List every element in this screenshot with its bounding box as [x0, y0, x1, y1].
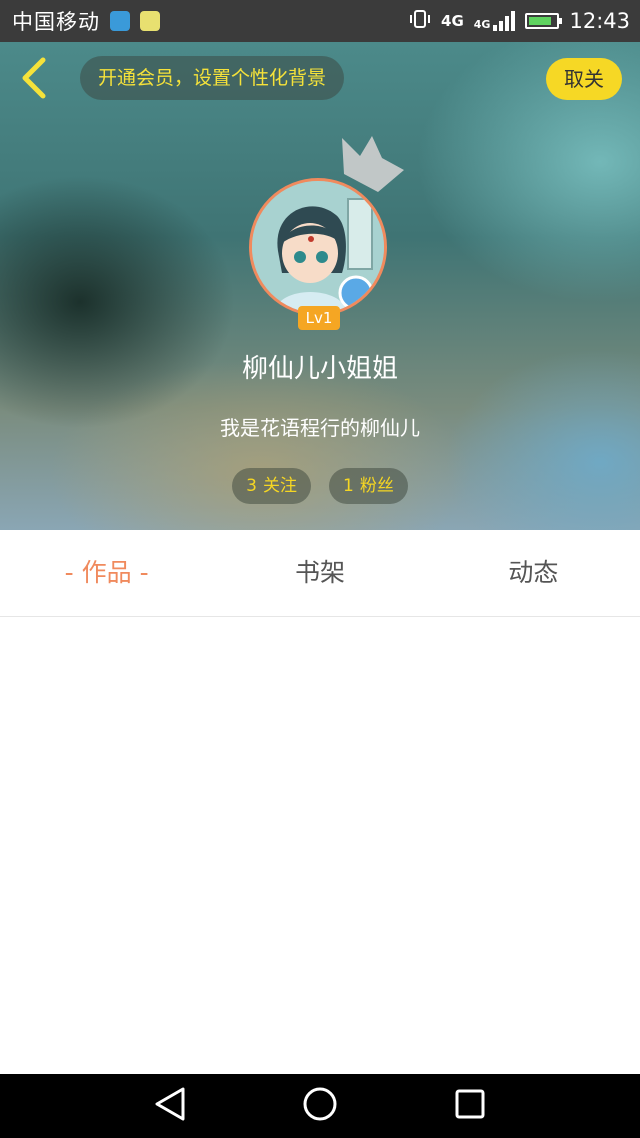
level-badge: Lv1: [298, 306, 340, 330]
fans-count: 1: [343, 476, 354, 496]
username: 柳仙儿小姐姐: [241, 354, 398, 384]
user-signature: 我是花语程行的柳仙儿: [220, 416, 420, 440]
location-app-icon: [110, 11, 130, 31]
profile-stats: 3 关注 1 粉丝: [0, 468, 640, 504]
tab-bookshelf-label: 书架: [294, 558, 345, 587]
square-recents-icon: [453, 1087, 487, 1125]
fans-label: 粉丝: [359, 476, 394, 496]
battery-icon: [525, 13, 563, 29]
nav-back-button[interactable]: [150, 1086, 190, 1126]
status-bar-right: 4G 4G 12:43: [409, 0, 630, 42]
back-button[interactable]: [14, 56, 54, 104]
network-type: 4G: [441, 12, 464, 30]
following-count-button[interactable]: 3 关注: [232, 468, 311, 504]
tab-works-label: 作品: [81, 558, 132, 587]
avatar[interactable]: [249, 178, 387, 316]
profile-header: 开通会员，设置个性化背景 取关 Lv1 柳仙儿小姐姐 我是花语程行的柳仙儿 3 …: [0, 42, 640, 530]
tab-active-dash-left: -: [64, 558, 74, 587]
triangle-back-icon: [153, 1086, 187, 1126]
following-count: 3: [246, 476, 257, 496]
unfollow-button[interactable]: 取关: [546, 58, 622, 100]
nav-recents-button[interactable]: [450, 1086, 490, 1126]
tab-bookshelf[interactable]: 书架: [213, 530, 426, 616]
vip-background-prompt[interactable]: 开通会员，设置个性化背景: [80, 56, 345, 100]
tab-works[interactable]: - 作品 -: [0, 530, 213, 616]
nav-home-button[interactable]: [300, 1086, 340, 1126]
tab-activity-label: 动态: [508, 558, 559, 587]
tab-activity[interactable]: 动态: [427, 530, 640, 616]
tab-content-area: [0, 617, 640, 1074]
vibrate-icon: [409, 8, 431, 35]
system-navigation-bar: [0, 1074, 640, 1138]
network-type-small: 4G: [473, 18, 491, 31]
tab-active-dash-right: -: [139, 558, 149, 587]
status-bar: 中国移动 4G 4G 12:43: [0, 0, 640, 42]
clock: 12:43: [569, 9, 630, 33]
profile-screen: 中国移动 4G 4G 12:43 开通会员，设置个性化背景 取关 Lv1 柳仙儿…: [0, 0, 640, 1138]
circle-home-icon: [301, 1085, 339, 1127]
signal-icon: [493, 11, 516, 31]
carrier-name: 中国移动: [12, 10, 100, 34]
fans-count-button[interactable]: 1 粉丝: [329, 468, 408, 504]
profile-tabs: - 作品 - 书架 动态: [0, 530, 640, 617]
chevron-left-icon: [19, 56, 49, 104]
chat-app-icon: [140, 11, 160, 31]
following-label: 关注: [263, 476, 297, 496]
